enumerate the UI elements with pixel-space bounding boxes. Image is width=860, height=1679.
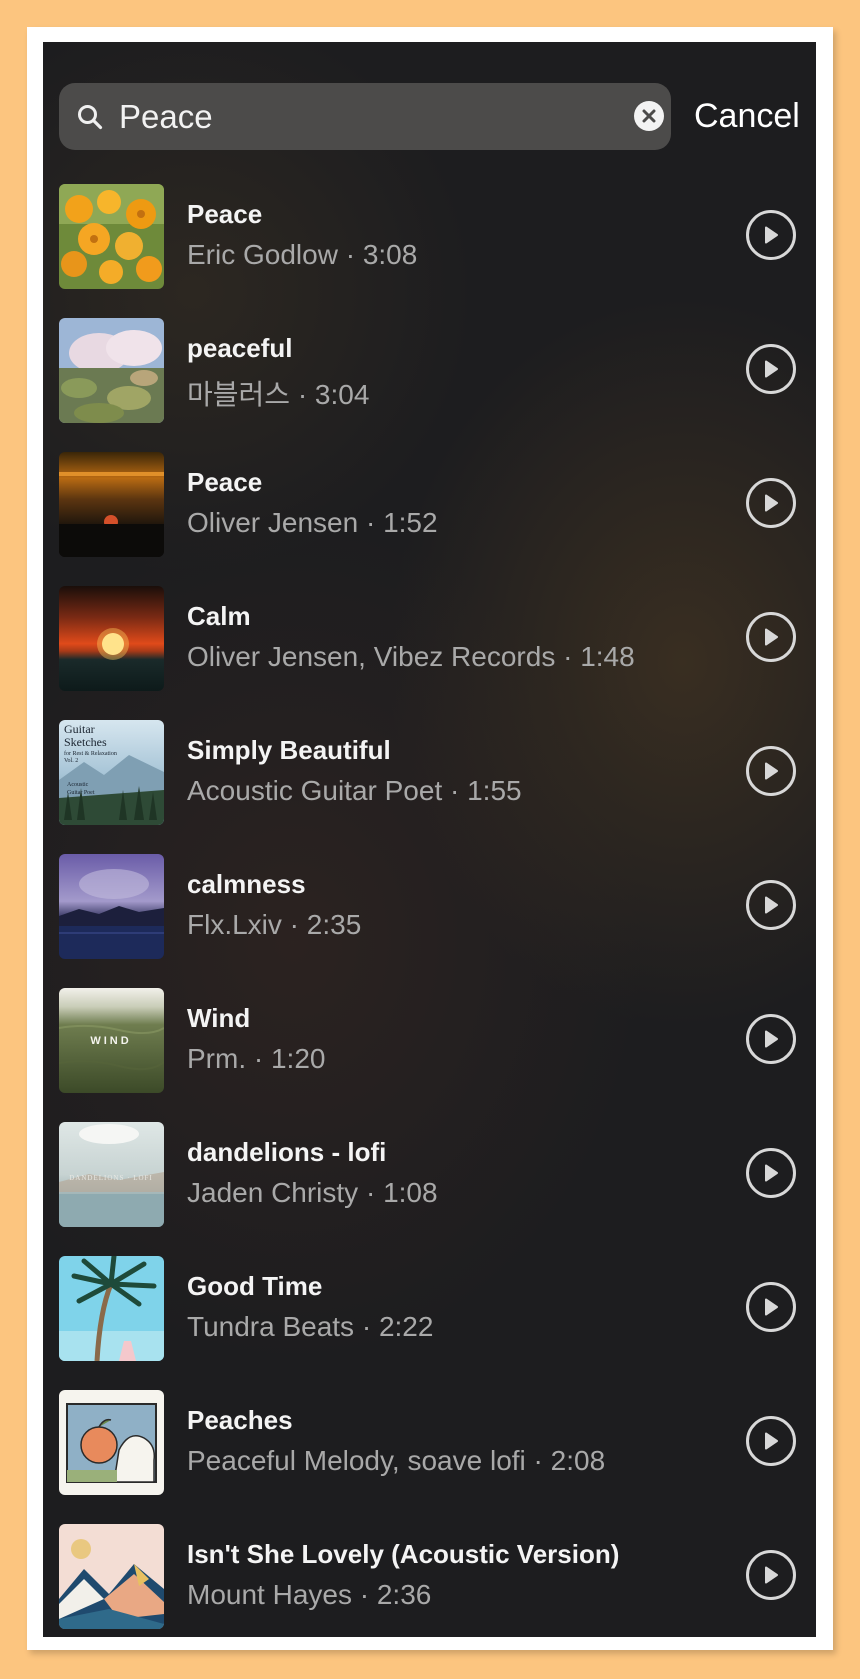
art-text: Guitar	[64, 722, 95, 736]
art-text: DANDELIONS · LOFI	[69, 1174, 153, 1182]
play-button[interactable]	[746, 612, 796, 662]
play-button[interactable]	[746, 1282, 796, 1332]
play-button[interactable]	[746, 1148, 796, 1198]
track-artist-duration: Mount Hayes · 2:36	[187, 1579, 432, 1610]
art-text: Guitar Poet	[67, 790, 95, 796]
track-title: Peaches	[187, 1405, 293, 1435]
album-art	[59, 452, 164, 557]
cancel-button[interactable]: Cancel	[694, 89, 800, 143]
album-art	[59, 318, 164, 423]
album-art: DANDELIONS · LOFI	[59, 1122, 164, 1227]
album-art	[59, 1256, 164, 1361]
clear-icon	[642, 109, 656, 123]
art-text: Sketches	[64, 735, 107, 749]
play-icon	[765, 896, 778, 914]
play-icon	[765, 360, 778, 378]
screenshot-frame: Cancel Peace Eric Godlow · 3:08	[27, 27, 833, 1650]
track-row[interactable]: WIND Wind Prm. · 1:20	[43, 988, 816, 1122]
search-bar[interactable]	[59, 83, 671, 150]
play-button[interactable]	[746, 210, 796, 260]
play-button[interactable]	[746, 1550, 796, 1600]
clear-search-button[interactable]	[634, 101, 664, 131]
track-artist-duration: Acoustic Guitar Poet · 1:55	[187, 775, 522, 806]
track-title: Simply Beautiful	[187, 735, 391, 765]
track-row[interactable]: calmness Flx.Lxiv · 2:35	[43, 854, 816, 988]
play-button[interactable]	[746, 344, 796, 394]
track-title: calmness	[187, 869, 306, 899]
track-row[interactable]: Peace Eric Godlow · 3:08	[43, 184, 816, 318]
search-input[interactable]	[119, 95, 579, 139]
track-artist-duration: Tundra Beats · 2:22	[187, 1311, 434, 1342]
play-icon	[765, 494, 778, 512]
track-row[interactable]: Isn't She Lovely (Acoustic Version) Moun…	[43, 1524, 816, 1637]
play-button[interactable]	[746, 1416, 796, 1466]
art-text: for Rest & Relaxation	[64, 750, 117, 757]
play-button[interactable]	[746, 746, 796, 796]
track-title: Calm	[187, 601, 251, 631]
track-row[interactable]: Guitar Sketches for Rest & Relaxation Vo…	[43, 720, 816, 854]
track-row[interactable]: Peace Oliver Jensen · 1:52	[43, 452, 816, 586]
play-icon	[765, 1298, 778, 1316]
track-artist-duration: Oliver Jensen · 1:52	[187, 507, 438, 538]
track-artist-duration: Oliver Jensen, Vibez Records · 1:48	[187, 641, 635, 672]
track-title: Wind	[187, 1003, 251, 1033]
track-row[interactable]: Peaches Peaceful Melody, soave lofi · 2:…	[43, 1390, 816, 1524]
album-art	[59, 586, 164, 691]
track-title: Peace	[187, 199, 263, 229]
track-title: peaceful	[187, 333, 293, 363]
play-icon	[765, 226, 778, 244]
album-art: Guitar Sketches for Rest & Relaxation Vo…	[59, 720, 164, 825]
track-artist-duration: Prm. · 1:20	[187, 1043, 326, 1074]
track-title: dandelions - lofi	[187, 1137, 387, 1167]
play-button[interactable]	[746, 880, 796, 930]
music-search-screen: Cancel Peace Eric Godlow · 3:08	[43, 42, 816, 1637]
track-row[interactable]: DANDELIONS · LOFI dandelions - lofi Jade…	[43, 1122, 816, 1256]
track-row[interactable]: Good Time Tundra Beats · 2:22	[43, 1256, 816, 1390]
play-icon	[765, 762, 778, 780]
art-text: Vol. 2	[64, 758, 78, 764]
play-icon	[765, 1566, 778, 1584]
album-art: WIND	[59, 988, 164, 1093]
album-art	[59, 854, 164, 959]
track-artist-duration: Jaden Christy · 1:08	[187, 1177, 438, 1208]
track-title: Isn't She Lovely (Acoustic Version)	[187, 1539, 620, 1569]
search-icon	[78, 105, 103, 130]
play-icon	[765, 1164, 778, 1182]
play-icon	[765, 628, 778, 646]
art-text: WIND	[90, 1035, 131, 1047]
play-icon	[765, 1030, 778, 1048]
album-art	[59, 184, 164, 289]
track-row[interactable]: Calm Oliver Jensen, Vibez Records · 1:48	[43, 586, 816, 720]
play-button[interactable]	[746, 1014, 796, 1064]
track-title: Peace	[187, 467, 263, 497]
play-button[interactable]	[746, 478, 796, 528]
track-artist-duration: Peaceful Melody, soave lofi · 2:08	[187, 1445, 606, 1476]
art-text: Acoustic	[67, 782, 89, 788]
track-artist-duration: Flx.Lxiv · 2:35	[187, 909, 362, 940]
track-title: Good Time	[187, 1271, 323, 1301]
play-icon	[765, 1432, 778, 1450]
album-art	[59, 1390, 164, 1495]
track-artist-duration: 마블러스 · 3:04	[187, 379, 370, 410]
album-art	[59, 1524, 164, 1629]
track-row[interactable]: peaceful 마블러스 · 3:04	[43, 318, 816, 452]
track-artist-duration: Eric Godlow · 3:08	[187, 239, 418, 270]
